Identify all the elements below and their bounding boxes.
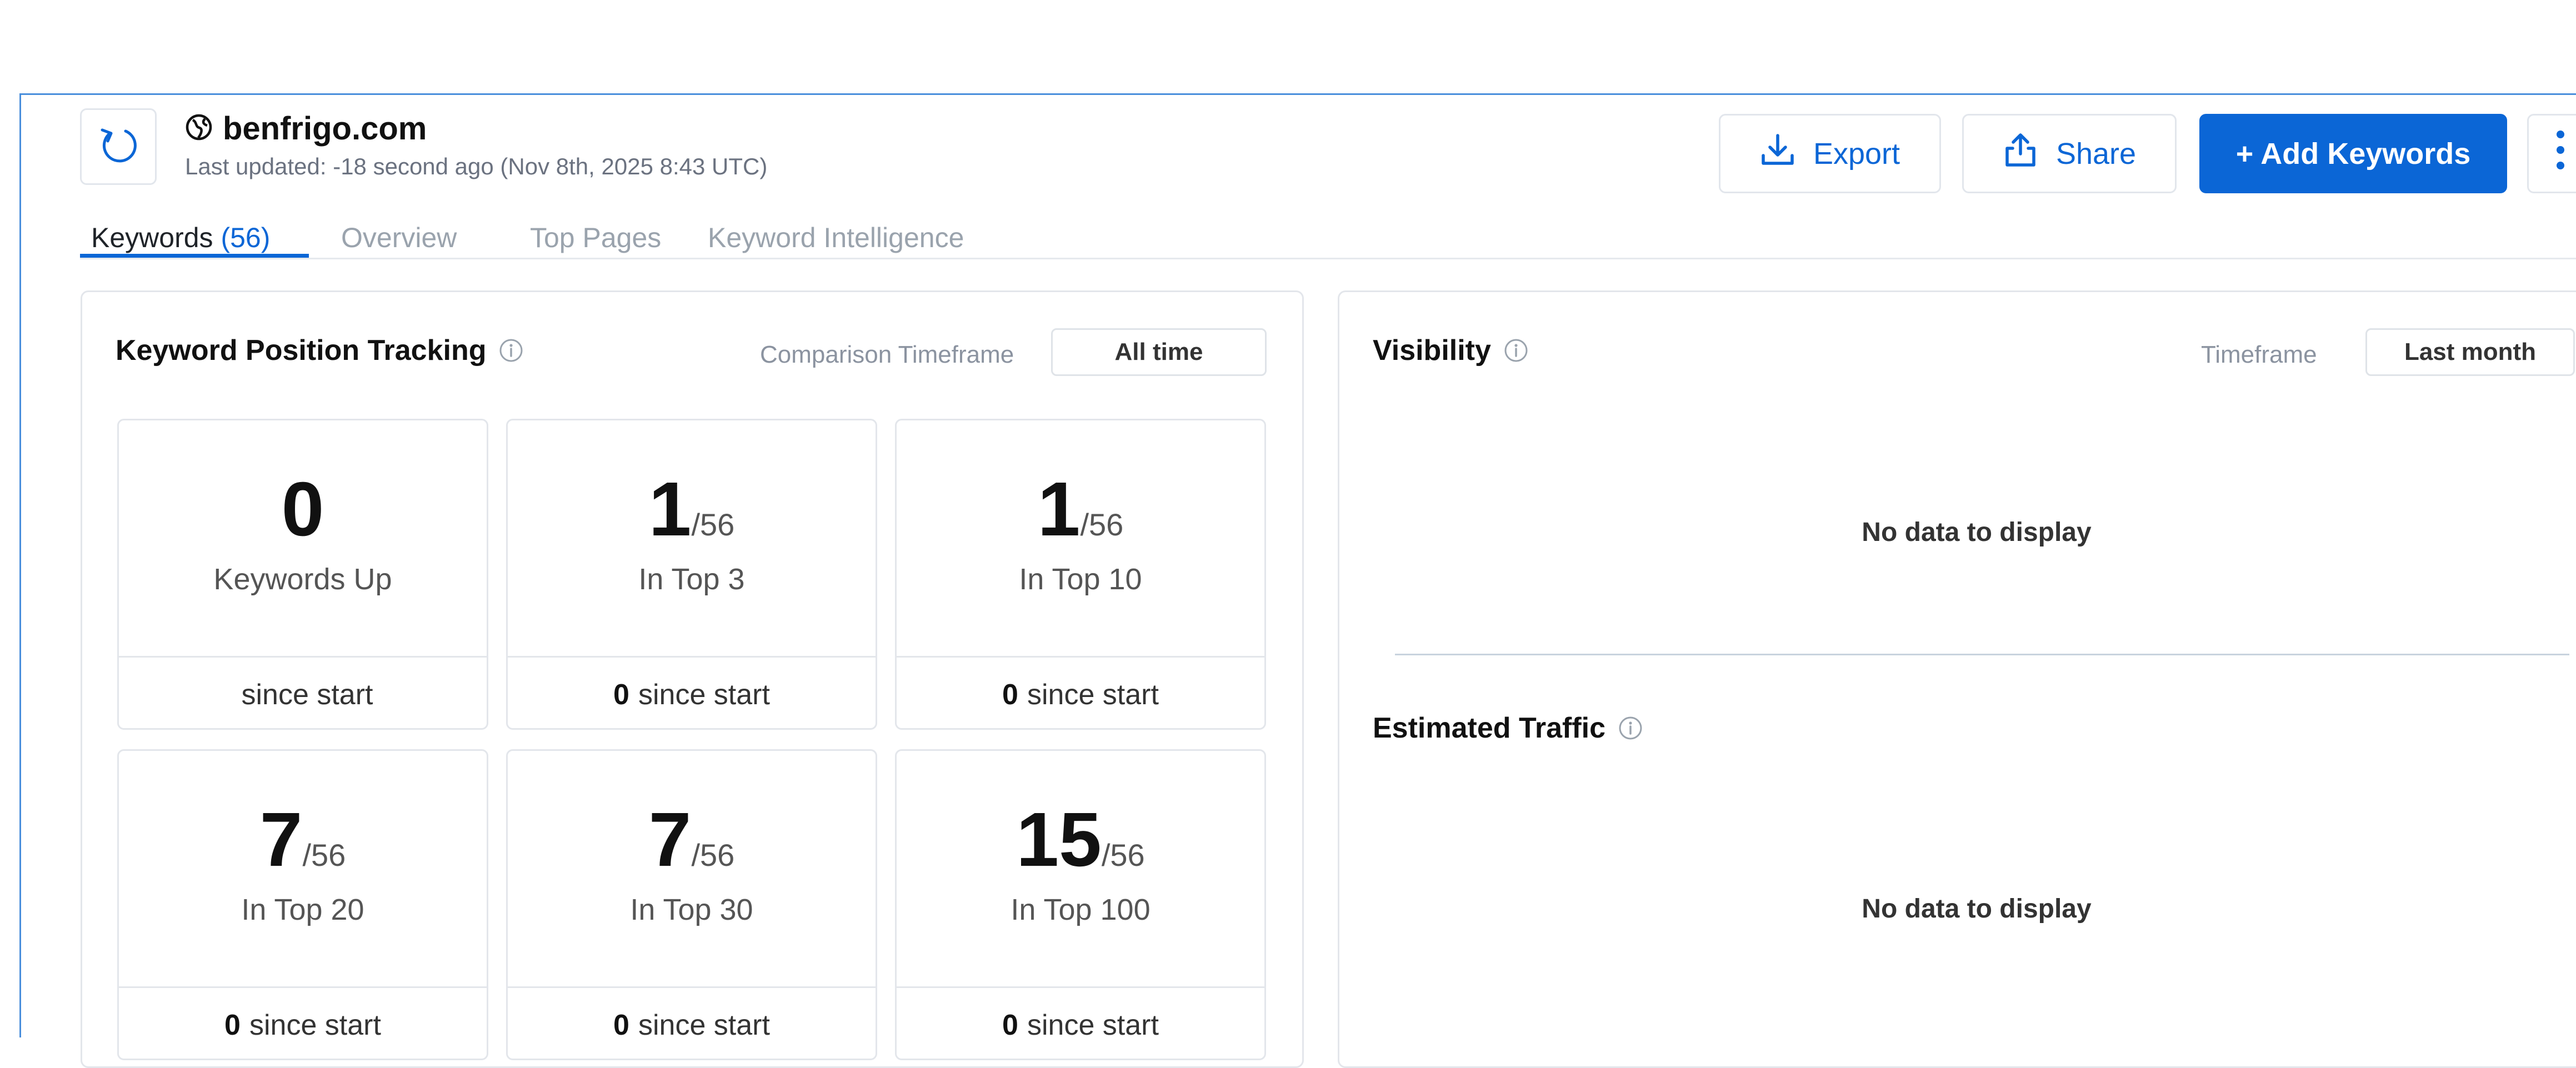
- section-divider: [1395, 654, 2569, 655]
- kpt-title: Keyword Position Tracking: [116, 334, 524, 367]
- stat-tile-top-100: 15/56 In Top 100 0 since start: [895, 749, 1266, 1060]
- more-options-button[interactable]: [2527, 114, 2576, 193]
- stat-change-suffix: since start: [638, 1009, 770, 1041]
- globe-icon: [185, 113, 213, 144]
- refresh-button[interactable]: [80, 108, 157, 185]
- kebab-menu-icon: [2555, 128, 2566, 179]
- stat-label: In Top 3: [638, 563, 745, 596]
- traffic-empty-state: No data to display: [1862, 894, 2092, 924]
- tab-top-pages[interactable]: Top Pages: [530, 222, 661, 254]
- stat-change-suffix: since start: [1027, 1009, 1159, 1041]
- stat-tile-top-10: 1/56 In Top 10 0 since start: [895, 419, 1266, 730]
- stat-label: Keywords Up: [213, 563, 392, 596]
- stat-change: 0: [1002, 1009, 1018, 1041]
- stat-change-suffix: since start: [1027, 678, 1159, 711]
- stat-tile-top-3: 1/56 In Top 3 0 since start: [506, 419, 877, 730]
- estimated-traffic-title-text: Estimated Traffic: [1373, 712, 1606, 744]
- stat-label: In Top 20: [241, 893, 364, 926]
- share-label: Share: [2055, 137, 2137, 171]
- download-icon: [1760, 132, 1795, 175]
- stat-value: 7: [648, 797, 692, 883]
- visibility-title: Visibility: [1373, 334, 1529, 367]
- add-keywords-button[interactable]: + Add Keywords: [2199, 114, 2507, 193]
- stat-footer: 0 since start: [897, 656, 1264, 728]
- stat-footer: since start: [119, 656, 487, 728]
- stat-denominator: /56: [1080, 507, 1124, 542]
- tab-keywords-label: Keywords: [91, 222, 213, 253]
- tab-overview[interactable]: Overview: [341, 222, 457, 254]
- stat-change-suffix: since start: [241, 678, 373, 711]
- export-button[interactable]: Export: [1719, 114, 1941, 193]
- tab-keywords[interactable]: Keywords (56): [91, 222, 270, 254]
- stat-tile-keywords-up: 0 Keywords Up since start: [117, 419, 488, 730]
- stat-change: 0: [224, 1009, 241, 1041]
- stat-label: In Top 30: [630, 893, 753, 926]
- comparison-timeframe-select[interactable]: All time: [1051, 328, 1267, 376]
- stat-change: 0: [1002, 678, 1018, 711]
- site-name: benfrigo.com: [223, 110, 427, 147]
- timeframe-select[interactable]: Last month: [2365, 328, 2575, 376]
- stat-value: 7: [259, 797, 303, 883]
- stat-denominator: /56: [691, 838, 735, 873]
- stat-value: 0: [281, 467, 324, 552]
- stat-value: 1: [1037, 467, 1081, 552]
- keyword-position-tracking-card: Keyword Position Tracking Comparison Tim…: [81, 290, 1304, 1068]
- stat-footer: 0 since start: [508, 656, 876, 728]
- tab-keywords-count: (56): [221, 222, 271, 253]
- stat-tile-top-20: 7/56 In Top 20 0 since start: [117, 749, 488, 1060]
- stat-change-suffix: since start: [638, 678, 770, 711]
- stat-value: 1: [648, 467, 692, 552]
- tab-keyword-intelligence[interactable]: Keyword Intelligence: [708, 222, 964, 254]
- comparison-timeframe-label: Comparison Timeframe: [760, 341, 1014, 368]
- stat-denominator: /56: [1101, 838, 1145, 873]
- stat-value: 15: [1016, 797, 1102, 883]
- last-updated-text: Last updated: -18 second ago (Nov 8th, 2…: [185, 153, 768, 179]
- info-icon[interactable]: [1618, 715, 1643, 741]
- site-title-row: benfrigo.com: [185, 106, 427, 151]
- stat-change-suffix: since start: [249, 1009, 381, 1041]
- visibility-empty-state: No data to display: [1862, 518, 2092, 547]
- export-label: Export: [1813, 137, 1900, 171]
- visibility-title-text: Visibility: [1373, 334, 1491, 367]
- info-icon[interactable]: [498, 338, 524, 363]
- kpt-title-text: Keyword Position Tracking: [116, 334, 487, 367]
- stat-change: 0: [613, 1009, 629, 1041]
- refresh-icon: [99, 123, 138, 171]
- visibility-card: Visibility Timeframe Last month No data …: [1338, 290, 2576, 1068]
- stat-label: In Top 10: [1019, 563, 1142, 596]
- add-keywords-label: + Add Keywords: [2235, 137, 2471, 171]
- app-window: benfrigo.com Last updated: -18 second ag…: [19, 93, 2576, 1068]
- active-tab-indicator: [80, 254, 309, 258]
- share-icon: [2003, 132, 2038, 176]
- stat-change: 0: [613, 678, 629, 711]
- stat-denominator: /56: [302, 838, 346, 873]
- info-icon[interactable]: [1503, 338, 1529, 363]
- stat-denominator: /56: [691, 507, 735, 542]
- timeframe-label: Timeframe: [2201, 341, 2317, 368]
- stat-tile-top-30: 7/56 In Top 30 0 since start: [506, 749, 877, 1060]
- tab-bar: Keywords (56) Overview Top Pages Keyword…: [80, 195, 2576, 259]
- estimated-traffic-title: Estimated Traffic: [1373, 711, 1643, 745]
- stat-label: In Top 100: [1011, 893, 1151, 926]
- share-button[interactable]: Share: [1962, 114, 2177, 193]
